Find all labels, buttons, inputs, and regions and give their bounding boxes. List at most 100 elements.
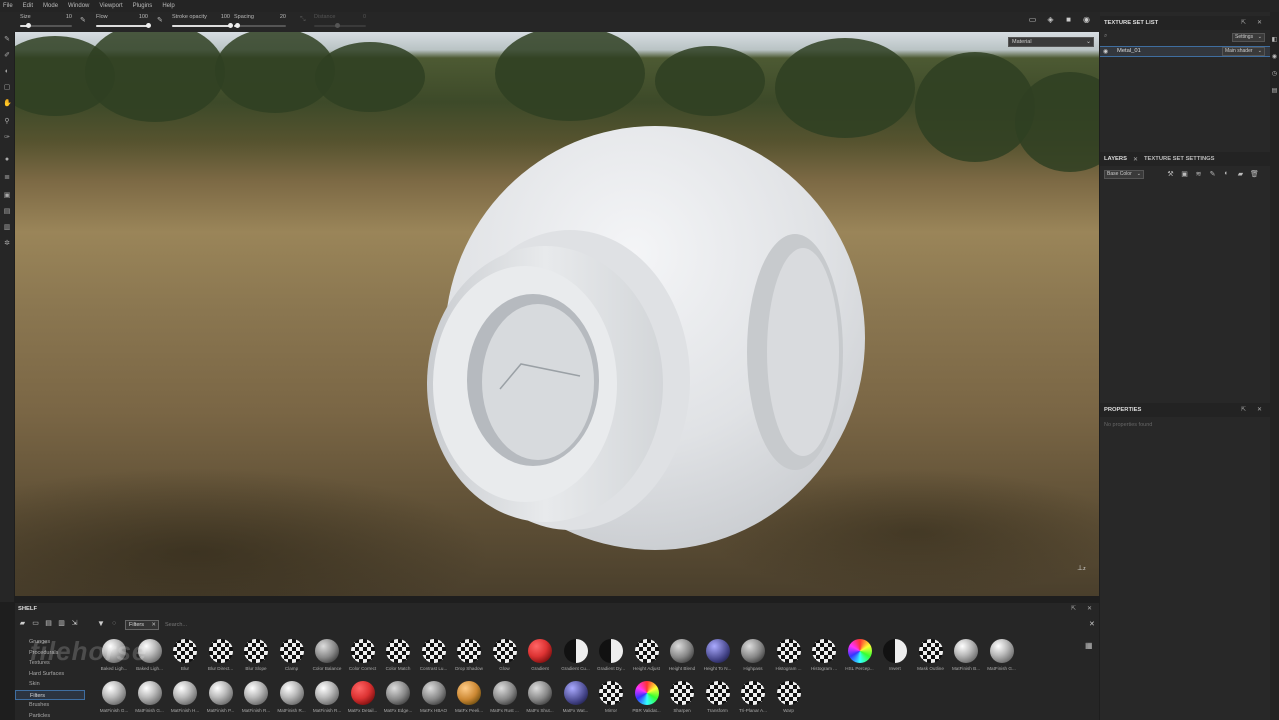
shelf-thumbnail[interactable]: MatFx Shut... — [523, 681, 557, 719]
log-icon[interactable]: ▤ — [1271, 87, 1278, 94]
menu-mode[interactable]: Mode — [43, 3, 58, 9]
shelf-thumbnail[interactable]: Color Match — [381, 639, 415, 677]
float-panel-icon[interactable]: ⇱ — [1071, 605, 1076, 612]
close-tab-icon[interactable]: ✕ — [1133, 156, 1138, 163]
photoshop-icon[interactable]: ▤ — [3, 208, 11, 216]
shelf-thumbnail[interactable]: MatFx Peeli... — [452, 681, 486, 719]
flow-slider[interactable]: Flow 100 — [92, 14, 151, 30]
spacing-track[interactable] — [234, 23, 286, 28]
shelf-thumbnail[interactable]: Highpass — [736, 639, 770, 677]
add-effect-icon[interactable]: ⚒ — [1166, 170, 1175, 178]
shelf-thumbnail[interactable]: Gradient Cu... — [559, 639, 593, 677]
shelf-thumbnail[interactable]: MatFinish R... — [275, 681, 309, 719]
spacing-knob[interactable] — [234, 23, 240, 28]
shelf-thumbnail[interactable]: Sharpen — [665, 681, 699, 719]
shelf-thumbnail[interactable]: Tri-Planar A... — [736, 681, 770, 719]
shelf-thumbnail[interactable]: Warp — [772, 681, 806, 719]
remove-filter-icon[interactable]: ✕ — [151, 621, 156, 629]
shelf-thumbnail[interactable]: MatFinish R... — [310, 681, 344, 719]
stroke-opacity-track[interactable] — [172, 23, 233, 28]
menu-edit[interactable]: Edit — [23, 3, 33, 9]
channel-dropdown[interactable]: Base Color ⌄ — [1104, 170, 1144, 179]
shelf-search-input[interactable]: Search... — [165, 620, 1085, 630]
shelf-thumbnail[interactable]: MatFinish P... — [204, 681, 238, 719]
export-icon[interactable]: ▥ — [57, 619, 66, 627]
float-panel-icon[interactable]: ⇱ — [1241, 19, 1246, 26]
menu-file[interactable]: File — [3, 3, 13, 9]
shelf-thumbnail[interactable]: Glow — [488, 639, 522, 677]
shelf-thumbnail[interactable]: MatFinish G... — [97, 681, 131, 719]
shelf-thumbnail[interactable]: MatFx Wat... — [559, 681, 593, 719]
circle-filter-icon[interactable]: ○ — [112, 620, 116, 627]
shelf-thumbnail[interactable]: Height Adjust — [630, 639, 664, 677]
shelf-thumbnail[interactable]: PBR Validat... — [630, 681, 664, 719]
spacing-slider[interactable]: Spacing 20 — [230, 14, 286, 30]
add-mask-icon[interactable]: ▣ — [1180, 170, 1189, 178]
video-camera-icon[interactable]: ■ — [1064, 15, 1073, 24]
material-icon[interactable]: ● — [3, 156, 11, 164]
shelf-thumbnail[interactable]: Height Blend — [665, 639, 699, 677]
shelf-category-item[interactable]: Skin — [15, 679, 85, 690]
size-knob[interactable] — [25, 23, 31, 28]
shelf-thumbnail[interactable]: Color Correct — [346, 639, 380, 677]
add-folder-icon[interactable]: ▰ — [1236, 170, 1245, 178]
distance-track[interactable] — [314, 23, 366, 28]
tab-texture-set-settings[interactable]: TEXTURE SET SETTINGS — [1144, 156, 1215, 162]
clone-icon[interactable]: ⚲ — [3, 118, 11, 126]
texture-set-row[interactable]: ◉ Metal_01 Main shader ⌄ — [1100, 46, 1270, 57]
shelf-thumbnail[interactable]: Drop Shadow — [452, 639, 486, 677]
3d-viewport[interactable]: Material ⌄ ⊥z — [15, 32, 1099, 596]
menu-window[interactable]: Window — [68, 3, 89, 9]
eraser-icon[interactable]: ✐ — [3, 52, 11, 60]
shelf-category-item[interactable]: Filters — [15, 689, 85, 700]
new-shelf-icon[interactable]: ▭ — [31, 619, 40, 627]
add-paint-layer-icon[interactable]: ✎ — [1208, 170, 1217, 178]
shelf-thumbnail[interactable]: Clamp — [275, 639, 309, 677]
shelf-thumbnail[interactable]: MatFx Rust ... — [488, 681, 522, 719]
eye-icon[interactable]: ◉ — [1103, 48, 1108, 55]
clear-search-icon[interactable]: ✕ — [1089, 620, 1095, 628]
distance-knob[interactable] — [335, 23, 341, 28]
viewport-mode-dropdown[interactable]: Material ⌄ — [1008, 37, 1094, 47]
document-icon[interactable]: ▥ — [3, 224, 11, 232]
3d-model[interactable] — [405, 112, 885, 552]
shelf-thumbnail[interactable]: HSL Percep... — [843, 639, 877, 677]
camera-2d-icon[interactable]: ▭ — [1028, 15, 1037, 24]
shelf-thumbnail[interactable]: Color Balance — [310, 639, 344, 677]
texture-set-dock-icon[interactable]: ◧ — [1271, 36, 1278, 43]
flow-track[interactable] — [96, 23, 151, 28]
paint-brush-icon[interactable]: ✎ — [3, 36, 11, 44]
shelf-thumbnail[interactable]: Blur Direct... — [204, 639, 238, 677]
add-layer-icon[interactable]: ◐ — [1222, 170, 1231, 178]
import-icon[interactable]: ⇲ — [70, 619, 79, 627]
folder-icon[interactable]: ▰ — [18, 619, 27, 627]
menu-help[interactable]: Help — [162, 3, 174, 9]
size-track[interactable] — [20, 23, 72, 28]
brush-pressure-icon[interactable]: ✎ — [80, 16, 88, 24]
menu-plugins[interactable]: Plugins — [133, 3, 153, 9]
layers-icon[interactable]: ≣ — [3, 174, 11, 182]
shelf-thumbnail[interactable]: Mask Outline — [914, 639, 948, 677]
history-icon[interactable]: ◷ — [1271, 70, 1278, 77]
display-settings-icon[interactable]: ◉ — [1271, 53, 1278, 60]
search-icon[interactable]: ⌕ — [1104, 33, 1107, 40]
delete-icon[interactable]: 🗑 — [1250, 170, 1259, 178]
shelf-category-item[interactable]: Brushes — [15, 700, 85, 711]
smudge-icon[interactable]: ✋ — [3, 100, 12, 108]
shelf-thumbnail[interactable]: MatFinish G... — [133, 681, 167, 719]
shelf-thumbnail[interactable]: Height To N... — [701, 639, 735, 677]
picker-icon[interactable]: ✑ — [3, 134, 11, 142]
size-slider[interactable]: Size 10 — [16, 14, 72, 30]
library-icon[interactable]: ▤ — [44, 619, 53, 627]
shelf-thumbnail[interactable]: Histogram ... — [807, 639, 841, 677]
polygon-fill-icon[interactable]: ▢ — [3, 84, 11, 92]
close-icon[interactable]: ✕ — [1087, 605, 1092, 612]
filter-chip-filters[interactable]: Filters ✕ — [125, 620, 159, 630]
tab-layers[interactable]: LAYERS — [1104, 156, 1127, 162]
flow-knob[interactable] — [146, 23, 151, 28]
shelf-thumbnail[interactable]: MatFx Edge... — [381, 681, 415, 719]
shelf-thumbnail[interactable]: Invert — [878, 639, 912, 677]
close-icon[interactable]: ✕ — [1257, 406, 1262, 413]
distance-slider[interactable]: Distance 0 — [310, 14, 366, 30]
shader-dropdown[interactable]: Main shader ⌄ — [1222, 47, 1265, 56]
